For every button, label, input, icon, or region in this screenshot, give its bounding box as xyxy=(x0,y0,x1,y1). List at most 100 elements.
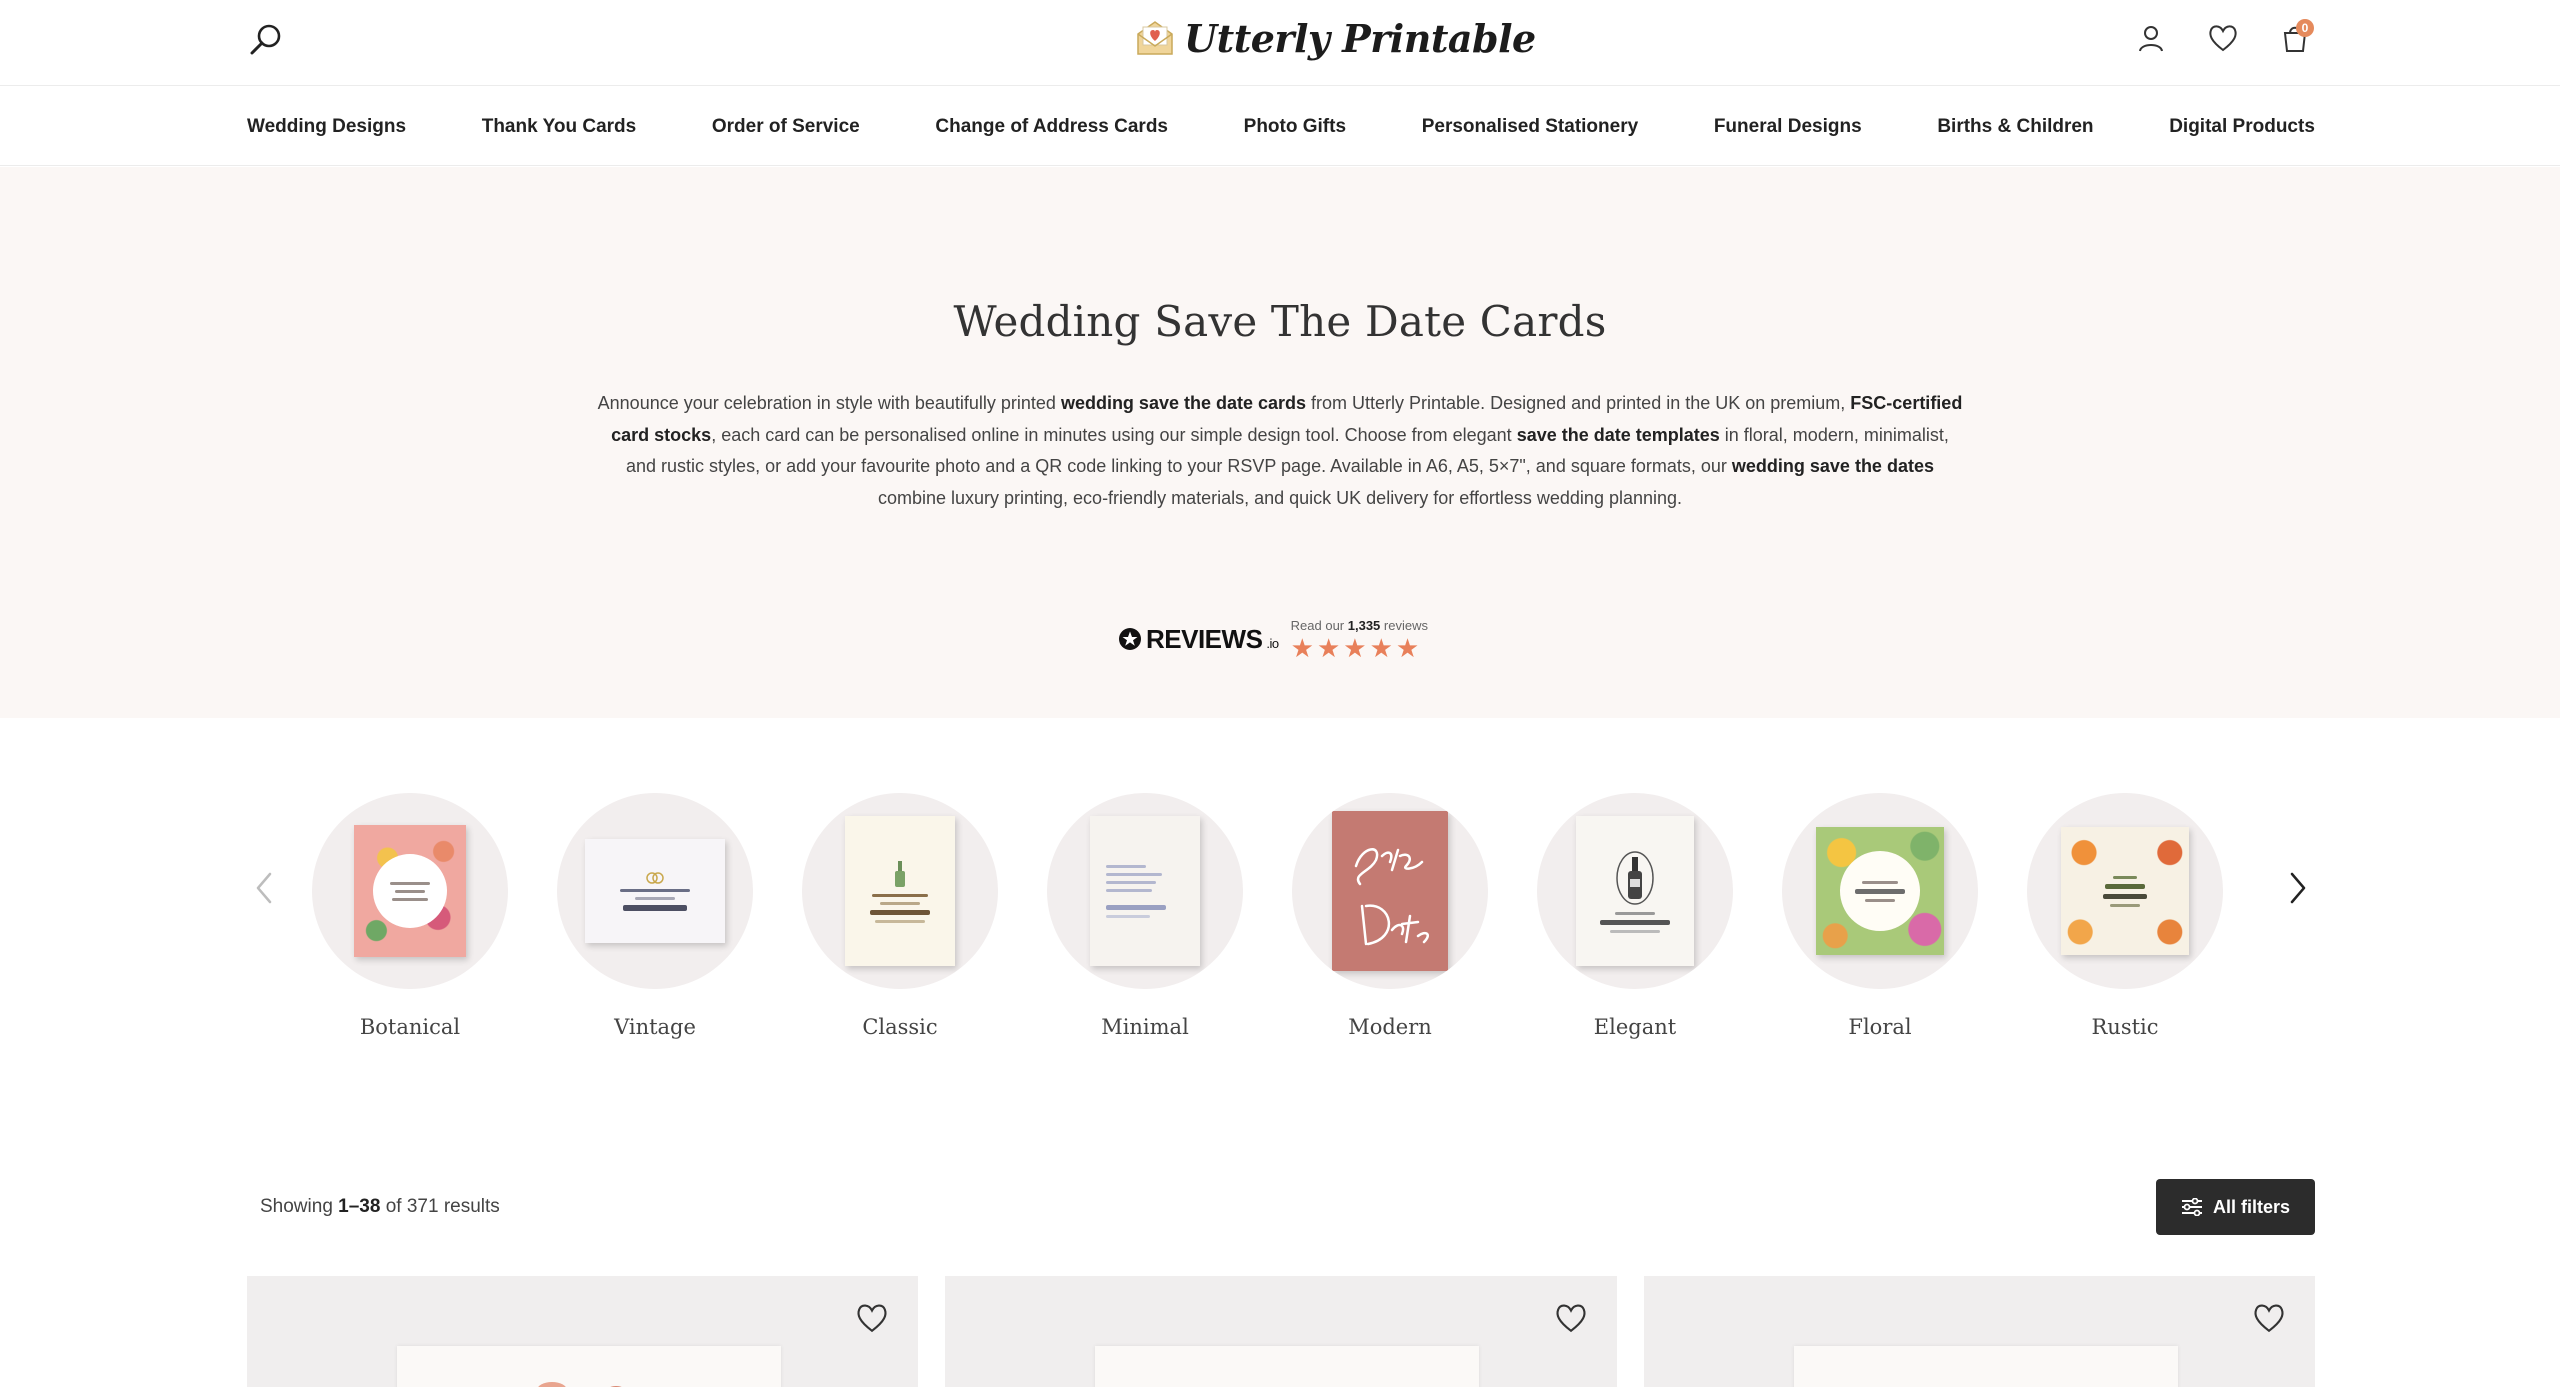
reviews-suffix: reviews xyxy=(1380,617,1428,633)
card-thumbnail xyxy=(1576,816,1694,966)
heart-icon xyxy=(857,1304,887,1333)
desc-text-3: , each card can be personalised online i… xyxy=(711,424,1517,445)
desc-bold-3: save the date templates xyxy=(1516,424,1720,445)
nav-item-photo-gifts[interactable]: Photo Gifts xyxy=(1244,116,1346,138)
account-button[interactable] xyxy=(2130,17,2172,59)
champagne-bottle-icon xyxy=(1616,851,1654,905)
card-thumbnail xyxy=(1090,816,1200,966)
results-prefix: Showing xyxy=(260,1196,339,1217)
category-label: Modern xyxy=(1348,1015,1432,1039)
desc-text-2: from Utterly Printable. Designed and pri… xyxy=(1306,393,1851,413)
wishlist-button[interactable] xyxy=(2202,17,2244,59)
category-label: Elegant xyxy=(1593,1015,1677,1039)
star-icon: ★ xyxy=(1290,632,1314,663)
chevron-right-icon xyxy=(2290,872,2306,904)
reviews-io-logo: REVIEWS .io xyxy=(1118,624,1279,655)
category-image xyxy=(2027,793,2223,989)
reviews-count-text: Read our 1,335 reviews xyxy=(1291,618,1428,633)
category-floral[interactable]: Floral xyxy=(1782,793,1978,1039)
category-image xyxy=(1782,793,1978,989)
page-title: Wedding Save The Date Cards xyxy=(953,297,1607,346)
star-icon: ★ xyxy=(1343,632,1367,663)
product-card[interactable] xyxy=(945,1276,1617,1387)
logo-text: Utterly Printable xyxy=(1184,15,1536,61)
category-label: Classic xyxy=(862,1015,938,1039)
nav-item-change-of-address-cards[interactable]: Change of Address Cards xyxy=(935,116,1168,138)
product-flower-detail xyxy=(537,1382,567,1387)
nav-item-digital-products[interactable]: Digital Products xyxy=(2169,116,2315,138)
category-botanical[interactable]: Botanical xyxy=(312,793,508,1039)
chevron-left-icon xyxy=(256,872,272,904)
category-label: Minimal xyxy=(1101,1015,1189,1039)
product-grid xyxy=(247,1276,2315,1387)
category-label: Rustic xyxy=(2091,1015,2159,1039)
reviews-count: 1,335 xyxy=(1347,617,1381,633)
category-list: Botanical Vintage Classic Minimal Modern… xyxy=(312,793,2223,1039)
category-minimal[interactable]: Minimal xyxy=(1047,793,1243,1039)
add-to-wishlist-button[interactable] xyxy=(2249,1298,2289,1338)
category-vintage[interactable]: Vintage xyxy=(557,793,753,1039)
nav-item-births-children[interactable]: Births & Children xyxy=(1937,116,2093,138)
nav-item-thank-you-cards[interactable]: Thank You Cards xyxy=(482,116,637,138)
cart-count-badge: 0 xyxy=(2296,19,2314,37)
nav-item-funeral-designs[interactable]: Funeral Designs xyxy=(1714,116,1862,138)
category-modern[interactable]: Modern xyxy=(1292,793,1488,1039)
category-image xyxy=(802,793,998,989)
star-icon: ★ xyxy=(1395,632,1420,663)
desc-bold-1: wedding save the date cards xyxy=(1060,393,1307,413)
nav-item-personalised-stationery[interactable]: Personalised Stationery xyxy=(1422,116,1638,138)
search-button[interactable] xyxy=(244,18,288,62)
heart-icon xyxy=(2209,25,2237,52)
heart-icon xyxy=(1556,1304,1586,1333)
product-card[interactable] xyxy=(1643,1276,2315,1387)
reviews-brand-suffix: .io xyxy=(1266,635,1279,651)
results-range: 1–38 xyxy=(338,1196,381,1217)
category-image xyxy=(1537,793,1733,989)
category-classic[interactable]: Classic xyxy=(802,793,998,1039)
add-to-wishlist-button[interactable] xyxy=(852,1298,892,1338)
search-icon xyxy=(250,24,281,55)
all-filters-label: All filters xyxy=(2212,1196,2291,1217)
desc-text-1: Announce your celebration in style with … xyxy=(597,393,1061,413)
results-count: Showing 1–38 of 371 results xyxy=(260,1196,500,1218)
star-icon: ★ xyxy=(1316,632,1341,663)
all-filters-button[interactable]: All filters xyxy=(2156,1179,2315,1235)
site-header: Utterly Printable 0 xyxy=(0,0,2560,86)
category-label: Botanical xyxy=(359,1015,461,1039)
site-logo[interactable]: Utterly Printable xyxy=(1136,10,1536,66)
category-image xyxy=(1047,793,1243,989)
user-icon xyxy=(2139,26,2163,52)
cart-button[interactable]: 0 xyxy=(2274,17,2316,59)
nav-item-wedding-designs[interactable]: Wedding Designs xyxy=(247,116,406,138)
nav-list: Wedding Designs Thank You Cards Order of… xyxy=(247,87,2315,166)
star-badge-icon xyxy=(1119,628,1141,650)
card-thumbnail xyxy=(354,825,466,957)
product-card[interactable] xyxy=(247,1276,919,1387)
category-label: Floral xyxy=(1848,1015,1912,1039)
category-rustic[interactable]: Rustic xyxy=(2027,793,2223,1039)
results-suffix: of 371 results xyxy=(380,1196,500,1217)
sliders-icon xyxy=(2181,1198,2202,1216)
reviews-summary: Read our 1,335 reviews ★ ★ ★ ★ ★ xyxy=(1291,618,1428,661)
nav-item-order-of-service[interactable]: Order of Service xyxy=(712,116,860,138)
desc-bold-4: wedding save the dates xyxy=(1731,456,1934,476)
category-elegant[interactable]: Elegant xyxy=(1537,793,1733,1039)
hero-section: Wedding Save The Date Cards Announce you… xyxy=(0,167,2560,718)
card-thumbnail xyxy=(2061,827,2189,955)
category-carousel: Botanical Vintage Classic Minimal Modern… xyxy=(0,719,2560,1099)
carousel-prev-button[interactable] xyxy=(244,865,284,911)
heart-icon xyxy=(2254,1304,2284,1333)
header-actions: 0 xyxy=(2130,16,2316,60)
card-thumbnail xyxy=(1332,811,1448,971)
reviews-brand: REVIEWS xyxy=(1146,623,1263,654)
main-navigation: Wedding Designs Thank You Cards Order of… xyxy=(0,87,2560,166)
card-medallion xyxy=(373,854,447,928)
card-thumbnail xyxy=(585,839,725,943)
carousel-next-button[interactable] xyxy=(2278,865,2318,911)
page-description: Announce your celebration in style with … xyxy=(596,388,1964,514)
category-label: Vintage xyxy=(614,1015,696,1039)
product-image xyxy=(397,1346,781,1387)
reviews-widget[interactable]: REVIEWS .io Read our 1,335 reviews ★ ★ ★ … xyxy=(1118,615,1428,663)
product-image xyxy=(1793,1346,2178,1387)
add-to-wishlist-button[interactable] xyxy=(1551,1298,1591,1338)
